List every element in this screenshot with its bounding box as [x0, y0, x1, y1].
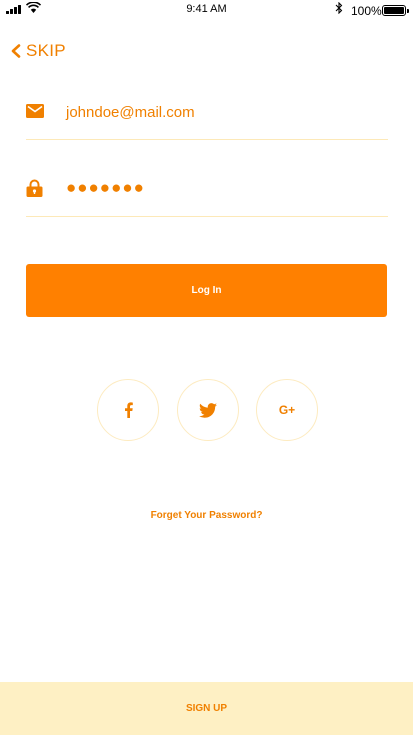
password-value: ●●●●●●●	[66, 178, 145, 197]
password-field[interactable]: ●●●●●●●	[26, 169, 388, 217]
status-bar: 9:41 AM 100%	[0, 0, 413, 20]
skip-button[interactable]: SKIP	[10, 41, 66, 61]
lock-icon	[26, 179, 43, 197]
bluetooth-icon	[335, 2, 343, 14]
facebook-button[interactable]	[97, 379, 159, 441]
twitter-icon	[199, 402, 217, 418]
google-plus-icon: G+	[278, 403, 296, 417]
forgot-password-link[interactable]: Forget Your Password?	[0, 510, 413, 521]
envelope-icon	[26, 104, 44, 118]
chevron-left-icon	[11, 44, 21, 58]
login-label: Log In	[191, 285, 222, 296]
facebook-icon	[124, 402, 133, 418]
signup-label: SIGN UP	[185, 703, 228, 714]
battery-percent: 100%	[351, 4, 382, 18]
login-button[interactable]: Log In	[26, 264, 387, 317]
email-value: johndoe@mail.com	[66, 104, 195, 121]
email-field[interactable]: johndoe@mail.com	[26, 92, 388, 140]
battery-icon	[382, 5, 409, 16]
google-plus-button[interactable]: G+	[256, 379, 318, 441]
signup-button[interactable]: SIGN UP	[0, 682, 413, 735]
skip-label: SKIP	[26, 41, 66, 60]
twitter-button[interactable]	[177, 379, 239, 441]
